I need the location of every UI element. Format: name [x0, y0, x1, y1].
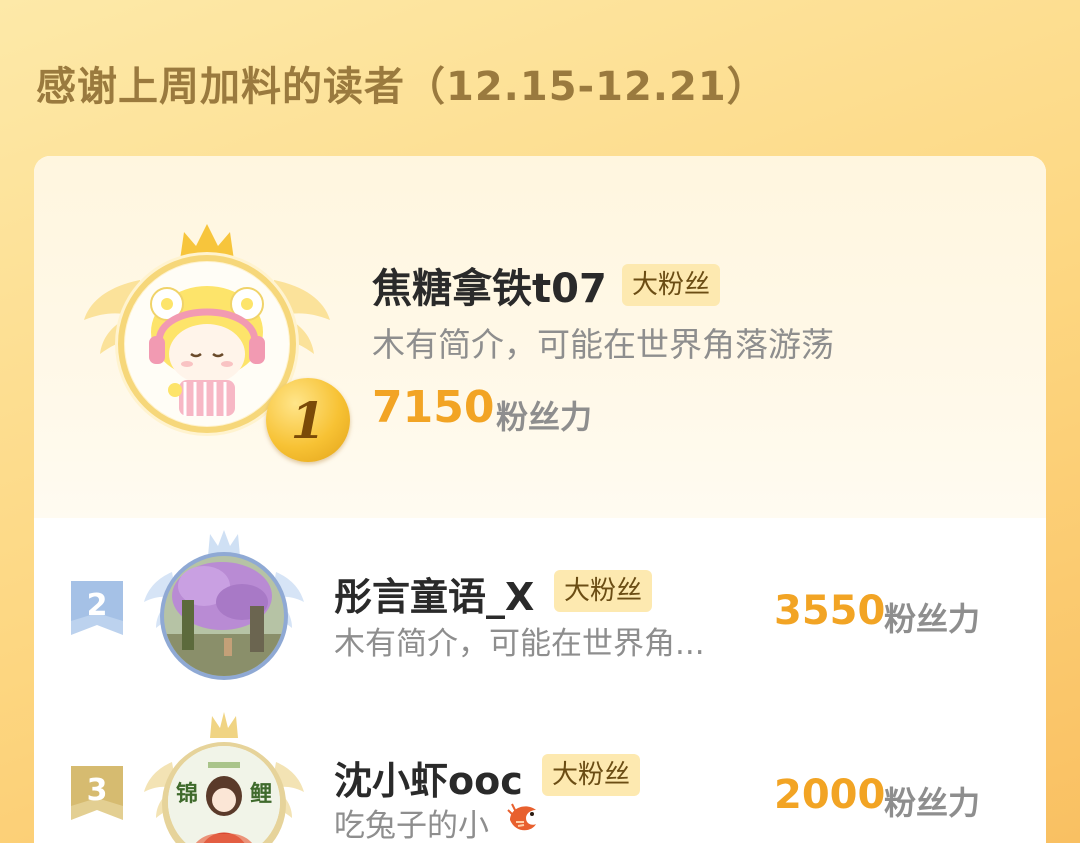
- rank-2-bio: 木有简介，可能在世界角...: [334, 626, 705, 662]
- rank-1-score-unit: 粉丝力: [496, 398, 593, 436]
- rank-1-score: 7150: [372, 382, 495, 433]
- rank-3-avatar-frame[interactable]: 锦 鲤: [144, 712, 304, 843]
- rank-2-score: 3550: [774, 588, 886, 634]
- rank-3-score: 2000: [774, 772, 886, 818]
- rank-1-name[interactable]: 焦糖拿铁t07: [372, 256, 607, 314]
- rank-1-bio: 木有简介，可能在世界角落游荡: [372, 325, 834, 364]
- rank-1-fan-badge: 大粉丝: [622, 264, 721, 306]
- rank-2-avatar-frame[interactable]: [144, 528, 304, 688]
- rank-1-avatar: [125, 262, 289, 426]
- rank-3-flag: 3: [71, 766, 123, 820]
- rank-3-fan-badge: 大粉丝: [542, 754, 641, 796]
- rank-3-bio: 吃兔子的小: [334, 808, 489, 843]
- rank-2-avatar: [164, 556, 284, 676]
- page-title: 感谢上周加料的读者（12.15-12.21）: [36, 64, 768, 110]
- rank-3-name[interactable]: 沈小虾ooc: [334, 750, 523, 805]
- rank-2-score-unit: 粉丝力: [884, 600, 981, 638]
- avatar-text-li: 鲤: [249, 782, 272, 807]
- rank-3-score-unit: 粉丝力: [884, 784, 981, 822]
- rank-3-avatar: 锦 鲤: [168, 746, 280, 843]
- shrimp-icon: [504, 798, 544, 838]
- rank-2-name[interactable]: 彤言童语_X: [334, 566, 534, 621]
- avatar-text-jin: 锦: [176, 782, 199, 807]
- leaderboard-card: 1 焦糖拿铁t07 大粉丝 木有简介，可能在世界角落游荡 7150 粉丝力 2: [34, 156, 1046, 843]
- wisteria-tree-photo-icon: [164, 556, 284, 676]
- rank-1-avatar-frame[interactable]: 1: [82, 220, 350, 462]
- rank-2-fan-badge: 大粉丝: [554, 570, 653, 612]
- rank-1-medal: 1: [266, 378, 350, 462]
- rank-2-flag: 2: [71, 581, 123, 635]
- cartoon-girl-avatar-icon: [149, 286, 265, 416]
